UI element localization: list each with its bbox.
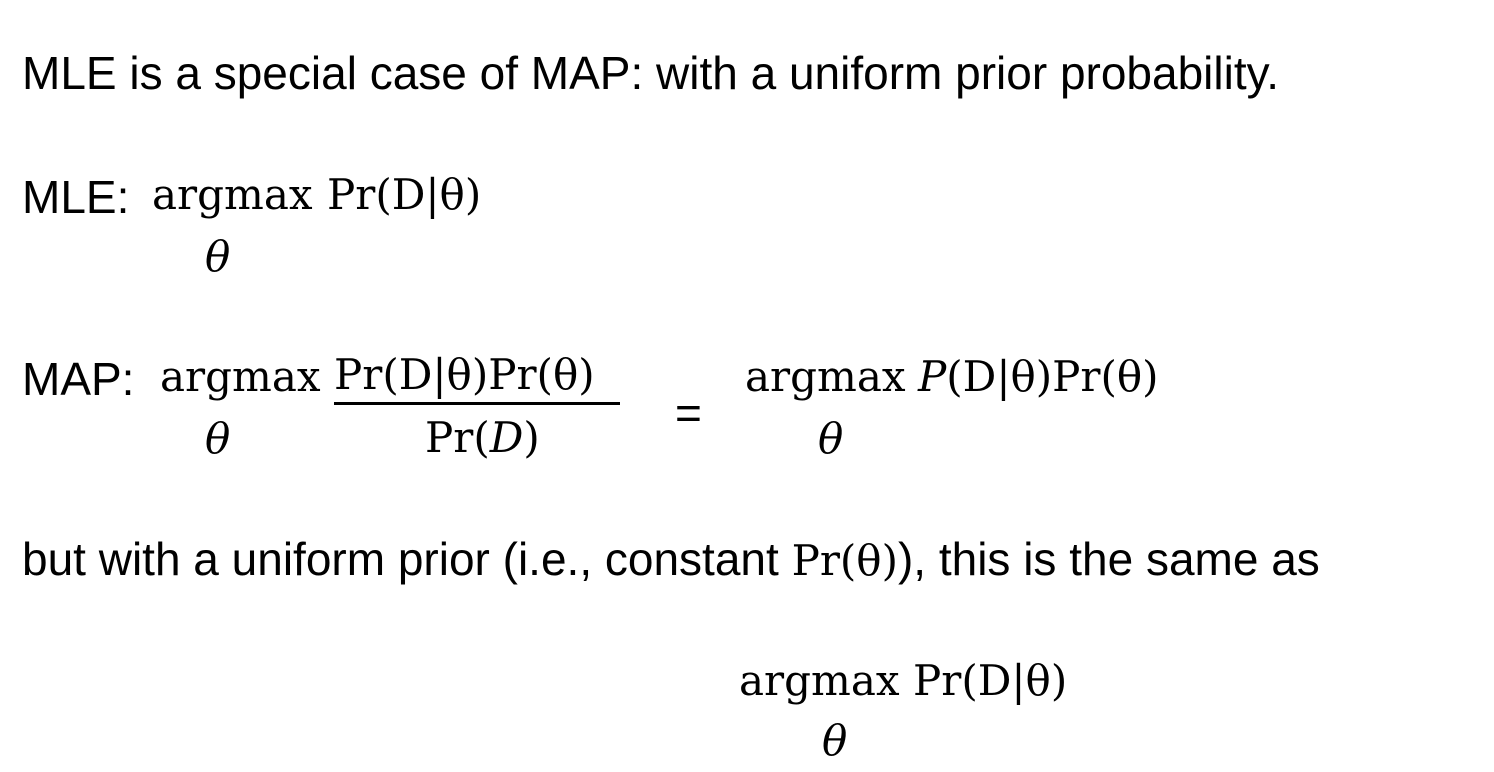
map-rhs-argmax-operator: argmax — [745, 352, 906, 401]
map-rhs-p: P — [918, 352, 947, 401]
map-rhs-rest: (D|θ)Pr(θ) — [946, 352, 1159, 401]
mle-subscript-theta: θ — [205, 232, 231, 281]
map-denominator-var: D — [489, 413, 524, 462]
fraction-bar — [334, 402, 620, 405]
map-subscript-theta: θ — [205, 414, 231, 463]
map-numerator: Pr(D|θ)Pr(θ) — [334, 350, 595, 399]
uniform-prior-text: but with a uniform prior (i.e., constant… — [22, 536, 1320, 582]
equals-sign: = — [675, 387, 702, 439]
map-rhs-subscript-theta: θ — [818, 414, 844, 463]
mle-expression: Pr(D|θ) — [327, 170, 482, 219]
mle-label: MLE: — [22, 171, 130, 223]
map-label: MAP: — [22, 353, 135, 405]
result-argmax-operator: argmax — [739, 656, 900, 705]
uniform-text-math: Pr(θ) — [791, 536, 898, 585]
result-subscript-theta: θ — [822, 716, 848, 765]
map-denominator: Pr(D) — [425, 417, 540, 459]
map-rhs-expression: P(D|θ)Pr(θ) — [918, 356, 1159, 398]
map-argmax-operator: argmax — [160, 352, 321, 401]
map-denominator-suffix: ) — [523, 413, 540, 462]
heading-text: MLE is a special case of MAP: with a uni… — [22, 47, 1279, 99]
mle-argmax-operator: argmax — [152, 170, 313, 219]
map-denominator-prefix: Pr( — [425, 413, 490, 462]
uniform-text-after: ), this is the same as — [897, 533, 1320, 585]
uniform-text-before: but with a uniform prior (i.e., constant — [22, 533, 792, 585]
result-expression: Pr(D|θ) — [913, 656, 1068, 705]
